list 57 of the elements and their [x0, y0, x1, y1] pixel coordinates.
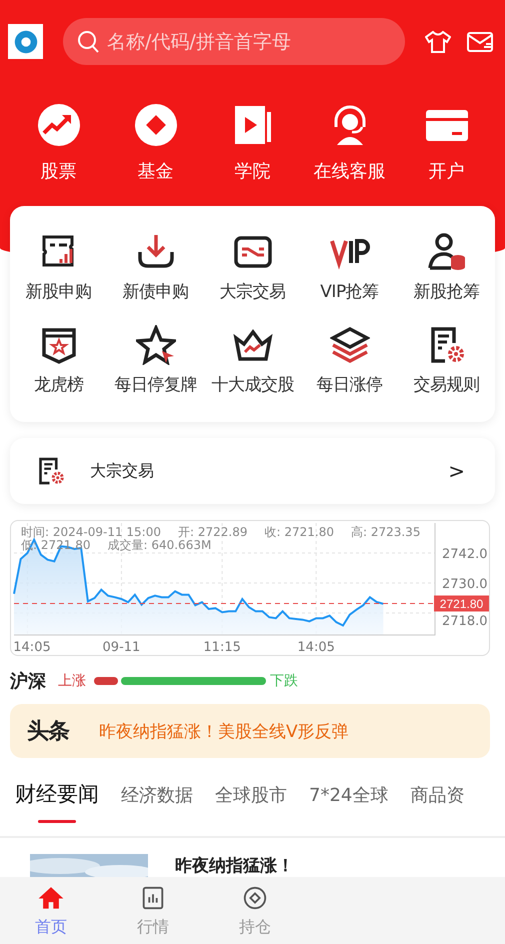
chevron-icon: >	[448, 459, 465, 483]
headline-text: 昨夜纳指猛涨！美股全线V形反弹	[99, 720, 349, 742]
news-tab[interactable]: 商品资	[410, 780, 464, 834]
star-cursor-icon	[136, 325, 176, 365]
shortcut-button[interactable]: 新股申购	[10, 232, 107, 303]
axis-label: 14:05	[297, 640, 335, 655]
axis-label: 2742.0	[442, 547, 488, 562]
headline-banner[interactable]: 头条 昨夜纳指猛涨！美股全线V形反弹	[10, 704, 490, 758]
headline-logo: 头条	[27, 718, 69, 746]
shortcut-button[interactable]: 新股抢筹	[398, 232, 495, 303]
shortcut-button[interactable]: 十大成交股	[204, 325, 301, 396]
shortcut-button[interactable]: 大宗交易	[204, 232, 301, 303]
rise-label: 上涨	[58, 672, 86, 690]
news-tab[interactable]: 财经要闻	[15, 780, 99, 834]
quote-info: 高: 2723.35	[350, 526, 420, 539]
axis-label: 14:05	[13, 640, 51, 655]
shortcut-button[interactable]: 交易规则	[398, 325, 495, 396]
shortcut-button[interactable]: 每日涨停	[301, 325, 398, 396]
home-icon	[38, 885, 64, 911]
nav-button[interactable]: 在线客服	[301, 103, 398, 183]
nav-button[interactable]: 基金	[107, 103, 204, 183]
axis-label: 2718.0	[442, 614, 488, 629]
news-tab[interactable]: 全球股市	[215, 780, 287, 834]
link-label: 大宗交易	[90, 460, 155, 482]
news-tab[interactable]: 经济数据	[121, 780, 193, 834]
diamond-coin-icon	[134, 103, 178, 147]
axis-label: 2730.0	[442, 577, 488, 592]
news-title[interactable]: 昨夜纳指猛涨！	[175, 854, 294, 876]
market-title: 沪深	[10, 670, 46, 693]
shortcut-button[interactable]: VIP抢筹	[301, 232, 398, 303]
axis-label: 11:15	[203, 640, 241, 655]
axis-label: 09-11	[102, 640, 140, 655]
chart-box-icon	[140, 885, 166, 911]
shortcut-button[interactable]: 每日停复牌	[107, 325, 204, 396]
search-icon	[77, 30, 99, 54]
nav-button[interactable]: 开户	[398, 103, 495, 183]
trend-icon	[36, 103, 80, 147]
nav-button[interactable]: 股票	[10, 103, 107, 183]
quote-info: 开: 2722.89	[178, 526, 248, 539]
quote-info: 成交量: 640.663M	[107, 539, 212, 552]
price-tag: 2721.80	[434, 596, 489, 612]
quote-info: 收: 2721.80	[264, 526, 334, 539]
shortcut-button[interactable]: 新债申购	[107, 232, 204, 303]
person-coins-icon	[426, 232, 466, 272]
fall-label: 下跌	[270, 672, 298, 690]
mail-icon[interactable]	[467, 30, 493, 52]
coin-icon	[242, 885, 268, 911]
shirt-icon[interactable]	[425, 30, 451, 54]
quote-info: 时间: 2024-09-11 15:00	[21, 526, 161, 539]
layers-icon	[330, 325, 370, 365]
ref-line-label: 2721.80	[440, 597, 484, 611]
shortcut-button[interactable]: 龙虎榜	[10, 325, 107, 396]
link-card[interactable]: 大宗交易 >	[10, 438, 495, 504]
document-gear-icon	[36, 456, 66, 486]
news-tab[interactable]: 7*24全球	[309, 780, 388, 834]
app-logo	[8, 24, 43, 59]
nav-button[interactable]: 学院	[204, 103, 301, 183]
